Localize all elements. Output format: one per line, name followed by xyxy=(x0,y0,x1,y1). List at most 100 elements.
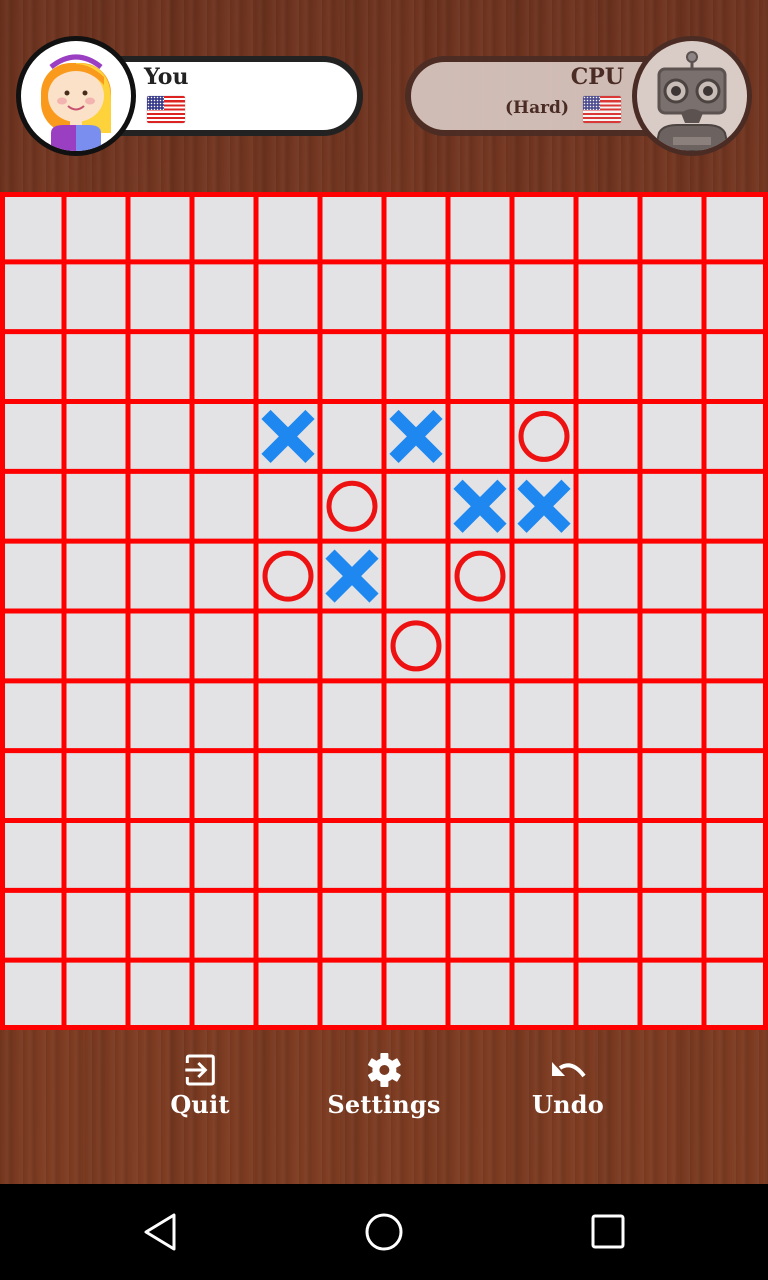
board-cell[interactable] xyxy=(320,890,384,961)
board-cell[interactable] xyxy=(640,261,704,332)
board-cell[interactable] xyxy=(448,960,512,1030)
board-cell[interactable] xyxy=(640,890,704,961)
board-cell[interactable] xyxy=(576,541,640,611)
board-cell[interactable] xyxy=(384,192,448,262)
board-cell[interactable] xyxy=(512,960,576,1030)
board-cell[interactable] xyxy=(448,750,512,821)
board-cell[interactable] xyxy=(192,401,256,472)
board-cell[interactable] xyxy=(64,680,128,751)
board-cell[interactable] xyxy=(192,680,256,751)
board-cell[interactable] xyxy=(448,261,512,332)
board-cell[interactable] xyxy=(704,680,768,751)
board-cell[interactable] xyxy=(256,960,320,1030)
board-cell[interactable] xyxy=(512,331,576,402)
board-cell[interactable] xyxy=(576,680,640,751)
board-cell[interactable] xyxy=(576,471,640,542)
board-cell[interactable] xyxy=(192,611,256,681)
board-cell[interactable] xyxy=(576,890,640,961)
board-cell[interactable] xyxy=(640,401,704,472)
board-cell[interactable] xyxy=(0,331,64,402)
board-cell[interactable] xyxy=(512,541,576,611)
board-cell[interactable] xyxy=(320,820,384,891)
board-cell[interactable] xyxy=(0,261,64,332)
board-cell[interactable] xyxy=(576,401,640,472)
board-cell[interactable] xyxy=(256,331,320,402)
board-cell[interactable] xyxy=(576,611,640,681)
board-cell[interactable] xyxy=(64,192,128,262)
board-cell[interactable] xyxy=(384,541,448,611)
board-cell[interactable] xyxy=(704,611,768,681)
board-cell[interactable] xyxy=(64,541,128,611)
board-cell[interactable] xyxy=(128,471,192,542)
board-cell[interactable] xyxy=(256,750,320,821)
board-cell[interactable] xyxy=(128,192,192,262)
board-cell[interactable] xyxy=(192,750,256,821)
settings-button[interactable]: Settings xyxy=(327,1052,440,1119)
board-cell[interactable] xyxy=(384,261,448,332)
board-cell[interactable] xyxy=(64,820,128,891)
board-cell[interactable] xyxy=(576,331,640,402)
board-cell[interactable] xyxy=(128,820,192,891)
board-cell[interactable] xyxy=(640,192,704,262)
board-cell[interactable] xyxy=(128,750,192,821)
board-cell[interactable] xyxy=(704,541,768,611)
board-cell[interactable] xyxy=(128,611,192,681)
board-cell[interactable] xyxy=(192,541,256,611)
board-cell[interactable] xyxy=(192,471,256,542)
board-cell[interactable] xyxy=(128,890,192,961)
board-cell[interactable] xyxy=(640,331,704,402)
board-cell[interactable] xyxy=(640,471,704,542)
board-cell[interactable] xyxy=(0,401,64,472)
board-cell[interactable] xyxy=(640,680,704,751)
back-button[interactable] xyxy=(140,1212,180,1252)
board-cell[interactable] xyxy=(384,750,448,821)
board-cell[interactable] xyxy=(192,331,256,402)
board-cell[interactable] xyxy=(0,680,64,751)
home-button[interactable] xyxy=(364,1212,404,1252)
board-cell[interactable] xyxy=(384,960,448,1030)
board-cell[interactable] xyxy=(704,820,768,891)
board-cell[interactable] xyxy=(576,960,640,1030)
board-cell[interactable] xyxy=(576,750,640,821)
board-cell[interactable] xyxy=(704,192,768,262)
board-cell[interactable] xyxy=(640,541,704,611)
board-cell[interactable] xyxy=(0,960,64,1030)
board-cell[interactable] xyxy=(128,960,192,1030)
board-cell[interactable] xyxy=(512,261,576,332)
board-cell[interactable] xyxy=(192,820,256,891)
board-cell[interactable] xyxy=(192,960,256,1030)
board-cell[interactable] xyxy=(64,401,128,472)
board-cell[interactable] xyxy=(256,890,320,961)
board-cell[interactable] xyxy=(704,331,768,402)
board-cell[interactable] xyxy=(512,820,576,891)
board-cell[interactable] xyxy=(384,331,448,402)
game-board-grid[interactable] xyxy=(0,192,768,1030)
board-cell[interactable] xyxy=(256,261,320,332)
board-cell[interactable] xyxy=(64,331,128,402)
board-cell[interactable] xyxy=(320,331,384,402)
board-cell[interactable] xyxy=(128,541,192,611)
board-cell[interactable] xyxy=(64,890,128,961)
board-cell[interactable] xyxy=(448,820,512,891)
board-cell[interactable] xyxy=(64,960,128,1030)
board-cell[interactable] xyxy=(320,680,384,751)
board-cell[interactable] xyxy=(128,401,192,472)
board-cell[interactable] xyxy=(448,890,512,961)
board-cell[interactable] xyxy=(576,820,640,891)
board-cell[interactable] xyxy=(256,471,320,542)
board-cell[interactable] xyxy=(256,192,320,262)
recent-apps-button[interactable] xyxy=(588,1212,628,1252)
board-cell[interactable] xyxy=(64,471,128,542)
board-cell[interactable] xyxy=(0,750,64,821)
board-cell[interactable] xyxy=(0,541,64,611)
board-cell[interactable] xyxy=(0,890,64,961)
board-cell[interactable] xyxy=(448,331,512,402)
board-cell[interactable] xyxy=(256,820,320,891)
board-cell[interactable] xyxy=(0,471,64,542)
board-cell[interactable] xyxy=(640,960,704,1030)
board-cell[interactable] xyxy=(64,261,128,332)
board-cell[interactable] xyxy=(384,680,448,751)
game-board[interactable] xyxy=(0,192,768,1030)
board-cell[interactable] xyxy=(448,192,512,262)
board-cell[interactable] xyxy=(192,261,256,332)
